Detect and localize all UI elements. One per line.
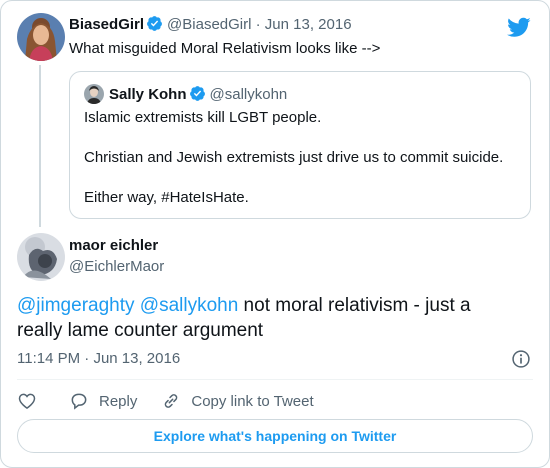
heart-icon bbox=[18, 393, 36, 409]
link-icon bbox=[165, 394, 178, 408]
sallykohn-avatar bbox=[84, 84, 104, 104]
quoted-tweet[interactable]: Sally Kohn @sallykohn Islamic extremists … bbox=[69, 71, 531, 219]
dot-separator: · bbox=[84, 350, 90, 367]
reply-text: @jimgeraghty @sallykohn not moral relati… bbox=[17, 293, 517, 343]
explore-button[interactable]: Explore what's happening on Twitter bbox=[17, 419, 533, 453]
verified-badge-icon bbox=[189, 86, 205, 101]
biasedgirl-avatar[interactable] bbox=[17, 13, 65, 61]
verified-badge-icon bbox=[147, 16, 162, 31]
like-button[interactable] bbox=[17, 391, 37, 411]
mention-sallykohn[interactable]: @sallykohn bbox=[140, 295, 239, 316]
author-handle[interactable]: @BiasedGirl bbox=[167, 16, 251, 33]
reply-label: Reply bbox=[99, 392, 138, 410]
tweet-date[interactable]: Jun 13, 2016 bbox=[265, 16, 352, 33]
reply-author-name[interactable]: maor eichler bbox=[69, 236, 158, 256]
quoted-author-name: Sally Kohn bbox=[109, 86, 187, 103]
quoted-author-handle: @sallykohn bbox=[209, 86, 288, 103]
mention-jimgeraghty[interactable]: @jimgeraghty bbox=[17, 295, 135, 316]
reply-timestamp[interactable]: 11:14 PM · Jun 13, 2016 bbox=[17, 349, 180, 369]
quoted-text-line-2: Christian and Jewish extremists just dri… bbox=[84, 149, 504, 166]
reply-time[interactable]: 11:14 PM bbox=[17, 350, 80, 367]
tweet-embed-card: BiasedGirl @BiasedGirl · Jun 13, 2016 Wha… bbox=[0, 0, 550, 468]
divider bbox=[17, 379, 533, 380]
explore-label: Explore what's happening on Twitter bbox=[153, 428, 397, 444]
reply-author-handle[interactable]: @EichlerMaor bbox=[69, 257, 164, 277]
quoted-text-line-3: Either way, #HateIsHate. bbox=[84, 189, 249, 206]
copy-link-button[interactable]: Copy link to Tweet bbox=[161, 391, 314, 411]
reply-date[interactable]: Jun 13, 2016 bbox=[93, 350, 180, 367]
copy-link-label: Copy link to Tweet bbox=[191, 392, 314, 410]
reply-button[interactable]: Reply bbox=[69, 391, 137, 411]
tweet-text: What misguided Moral Relativism looks li… bbox=[69, 40, 381, 57]
twitter-bird-icon[interactable] bbox=[507, 15, 531, 39]
action-bar: Reply Copy link to Tweet bbox=[17, 389, 314, 413]
tweet-header: BiasedGirl @BiasedGirl · Jun 13, 2016 bbox=[69, 15, 352, 35]
author-name[interactable]: BiasedGirl bbox=[69, 16, 144, 33]
maoreichler-avatar[interactable] bbox=[17, 233, 65, 281]
quoted-text-line-1: Islamic extremists kill LGBT people. bbox=[84, 109, 322, 126]
thread-connector-line bbox=[39, 65, 41, 227]
dot-separator: · bbox=[255, 16, 261, 33]
quoted-tweet-header: Sally Kohn @sallykohn bbox=[84, 84, 287, 105]
reply-bubble-icon bbox=[71, 393, 87, 410]
info-icon[interactable] bbox=[511, 349, 531, 369]
